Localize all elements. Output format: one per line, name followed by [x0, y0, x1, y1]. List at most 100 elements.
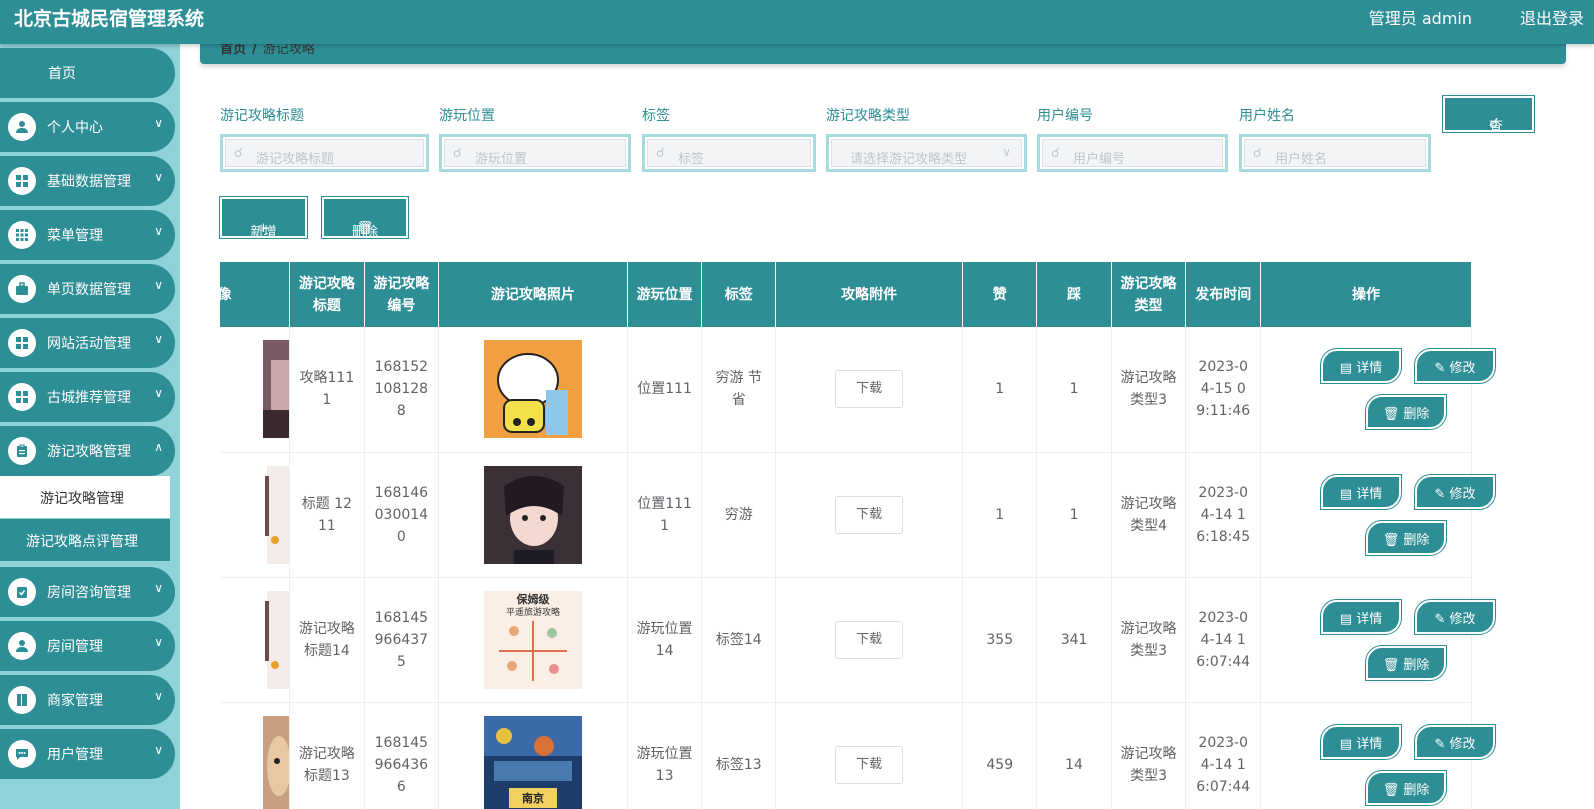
- column-header: 攻略附件: [775, 262, 964, 327]
- column-header: 游记攻略编号: [364, 262, 440, 327]
- breadcrumb-home[interactable]: 首页: [220, 44, 246, 57]
- edit-label: 修改: [1449, 611, 1476, 627]
- sidebar-item-room[interactable]: 房间管理 ∨: [0, 621, 175, 671]
- submenu-item-label: 游记攻略管理: [40, 491, 124, 507]
- tag-search-input[interactable]: ☌ 标签: [642, 134, 816, 172]
- breadcrumb: 首页 / 游记攻略: [200, 44, 1566, 64]
- type-cell: 游记攻略类型3: [1111, 327, 1187, 453]
- detail-button[interactable]: ▤ 详情: [1320, 348, 1403, 385]
- edit-button[interactable]: ✎ 修改: [1414, 723, 1497, 760]
- delete-button[interactable]: 🗑 删除: [1365, 644, 1448, 681]
- chevron-down-icon: ∨: [154, 170, 163, 184]
- sidebar-item-activity[interactable]: 网站活动管理 ∨: [0, 318, 175, 368]
- book-icon: [8, 686, 36, 714]
- sidebar-item-menu[interactable]: 菜单管理 ∨: [0, 210, 175, 260]
- title-filter-label: 游记攻略标题: [220, 108, 304, 124]
- user-name-search-input[interactable]: ☌ 用户姓名: [1239, 134, 1431, 172]
- download-button[interactable]: 下载: [835, 745, 904, 784]
- title-search-input[interactable]: ☌ 游记攻略标题: [220, 134, 429, 172]
- sidebar-item-room-consult[interactable]: 房间咨询管理 ∨: [0, 567, 175, 617]
- column-header: 发布时间: [1185, 262, 1262, 327]
- admin-label: 管理员 admin: [1368, 9, 1472, 28]
- edit-label: 修改: [1449, 361, 1476, 377]
- chevron-down-icon: ∨: [154, 332, 163, 346]
- add-button[interactable]: + 新增: [219, 196, 308, 240]
- avatar-image: [220, 590, 290, 689]
- chevron-up-icon: ∧: [154, 440, 163, 454]
- sidebar-item-home[interactable]: 首页: [0, 48, 175, 98]
- download-button[interactable]: 下载: [835, 620, 904, 659]
- table-row: 标题 1211 1681460300140 位置1111 穷游 下载 1 1 游…: [220, 452, 1497, 578]
- chevron-down-icon: ∨: [154, 386, 163, 400]
- trash-icon: 🗑: [1382, 407, 1400, 423]
- pencil-icon: ✎: [1434, 611, 1446, 627]
- download-button[interactable]: 下载: [835, 495, 904, 534]
- photo-cell: [438, 452, 628, 578]
- type-select[interactable]: 请选择游记攻略类型 ∨: [826, 134, 1027, 172]
- sidebar-item-label: 房间咨询管理: [47, 585, 131, 601]
- sidebar-item-basic-data[interactable]: 基础数据管理 ∨: [0, 156, 175, 206]
- detail-label: 详情: [1356, 486, 1383, 502]
- query-button[interactable]: 查询 ☌: [1442, 95, 1535, 155]
- edit-button[interactable]: ✎ 修改: [1414, 348, 1497, 385]
- delete-button[interactable]: 🗑 删除: [1365, 769, 1448, 806]
- avatar-image: [220, 465, 290, 564]
- apps-icon: [8, 221, 36, 249]
- location-cell: 位置111: [627, 327, 703, 453]
- pencil-icon: ✎: [1434, 736, 1446, 752]
- edit-label: 修改: [1449, 486, 1476, 502]
- data-table: 头像 游记攻略标题 游记攻略编号 游记攻略照片 游玩位置 标签 攻略附件 赞 踩…: [220, 262, 1546, 809]
- search-icon: ☌: [453, 146, 462, 161]
- location-search-input[interactable]: ☌ 游玩位置: [439, 134, 631, 172]
- sidebar-item-travel-guide[interactable]: 游记攻略管理 ∧: [0, 426, 175, 476]
- download-button[interactable]: 下载: [835, 370, 904, 409]
- avatar-image: [220, 715, 290, 809]
- chevron-down-icon: ∨: [154, 635, 163, 649]
- input-placeholder: 游玩位置: [475, 152, 528, 167]
- submenu-item-travel-guide-review[interactable]: 游记攻略点评管理: [0, 519, 170, 561]
- detail-button[interactable]: ▤ 详情: [1320, 473, 1403, 510]
- edit-label: 修改: [1449, 736, 1476, 752]
- detail-label: 详情: [1356, 736, 1383, 752]
- document-icon: ▤: [1339, 361, 1353, 377]
- column-header: 游记攻略标题: [289, 262, 365, 327]
- column-header: 标签: [701, 262, 777, 327]
- chevron-down-icon: ∨: [154, 581, 163, 595]
- sidebar-item-label: 基础数据管理: [47, 174, 131, 190]
- chevron-down-icon: ∨: [154, 224, 163, 238]
- sidebar-item-merchant[interactable]: 商家管理 ∨: [0, 675, 175, 725]
- briefcase-icon: [8, 275, 36, 303]
- avatar-cell: [220, 577, 291, 703]
- sidebar-item-label: 菜单管理: [47, 228, 103, 244]
- chat-icon: [8, 740, 36, 768]
- user-icon: [8, 113, 36, 141]
- detail-button[interactable]: ▤ 详情: [1320, 723, 1403, 760]
- delete-button[interactable]: 🗑 删除: [1365, 519, 1448, 556]
- likes-cell: 1: [962, 452, 1038, 578]
- submenu-item-travel-guide[interactable]: 游记攻略管理: [0, 476, 170, 518]
- sidebar: 首页 个人中心 ∨ 基础数据管理 ∨ 菜单管理 ∨ 单页数据管理 ∨ 网站活动管…: [0, 44, 180, 809]
- photo-caption: 平遥旅游攻略: [506, 606, 560, 618]
- avatar-cell: [220, 452, 291, 578]
- sidebar-item-single-page[interactable]: 单页数据管理 ∨: [0, 264, 175, 314]
- edit-button[interactable]: ✎ 修改: [1414, 473, 1497, 510]
- logout-link[interactable]: 退出登录: [1520, 5, 1584, 29]
- sidebar-item-personal-center[interactable]: 个人中心 ∨: [0, 102, 175, 152]
- edit-button[interactable]: ✎ 修改: [1414, 598, 1497, 635]
- column-header: 游记攻略类型: [1111, 262, 1187, 327]
- sidebar-item-user[interactable]: 用户管理 ∨: [0, 729, 175, 779]
- user-code-search-input[interactable]: ☌ 用户编号: [1037, 134, 1228, 172]
- detail-label: 详情: [1356, 611, 1383, 627]
- tag-cell: 标签13: [701, 702, 777, 809]
- delete-label: 删除: [1403, 532, 1430, 548]
- grid-icon: [8, 329, 36, 357]
- delete-button[interactable]: 🗑 删除: [1365, 394, 1448, 431]
- attachment-cell: 下载: [775, 327, 964, 453]
- photo-caption: 南京: [522, 791, 544, 805]
- sidebar-item-ancient-city[interactable]: 古城推荐管理 ∨: [0, 372, 175, 422]
- column-header: 操作: [1260, 262, 1472, 327]
- actions-cell: ▤ 详情 ✎ 修改 🗑 删除: [1260, 452, 1497, 578]
- detail-button[interactable]: ▤ 详情: [1320, 598, 1403, 635]
- batch-delete-button[interactable]: 🗑 删除: [321, 196, 409, 240]
- likes-cell: 355: [962, 577, 1038, 703]
